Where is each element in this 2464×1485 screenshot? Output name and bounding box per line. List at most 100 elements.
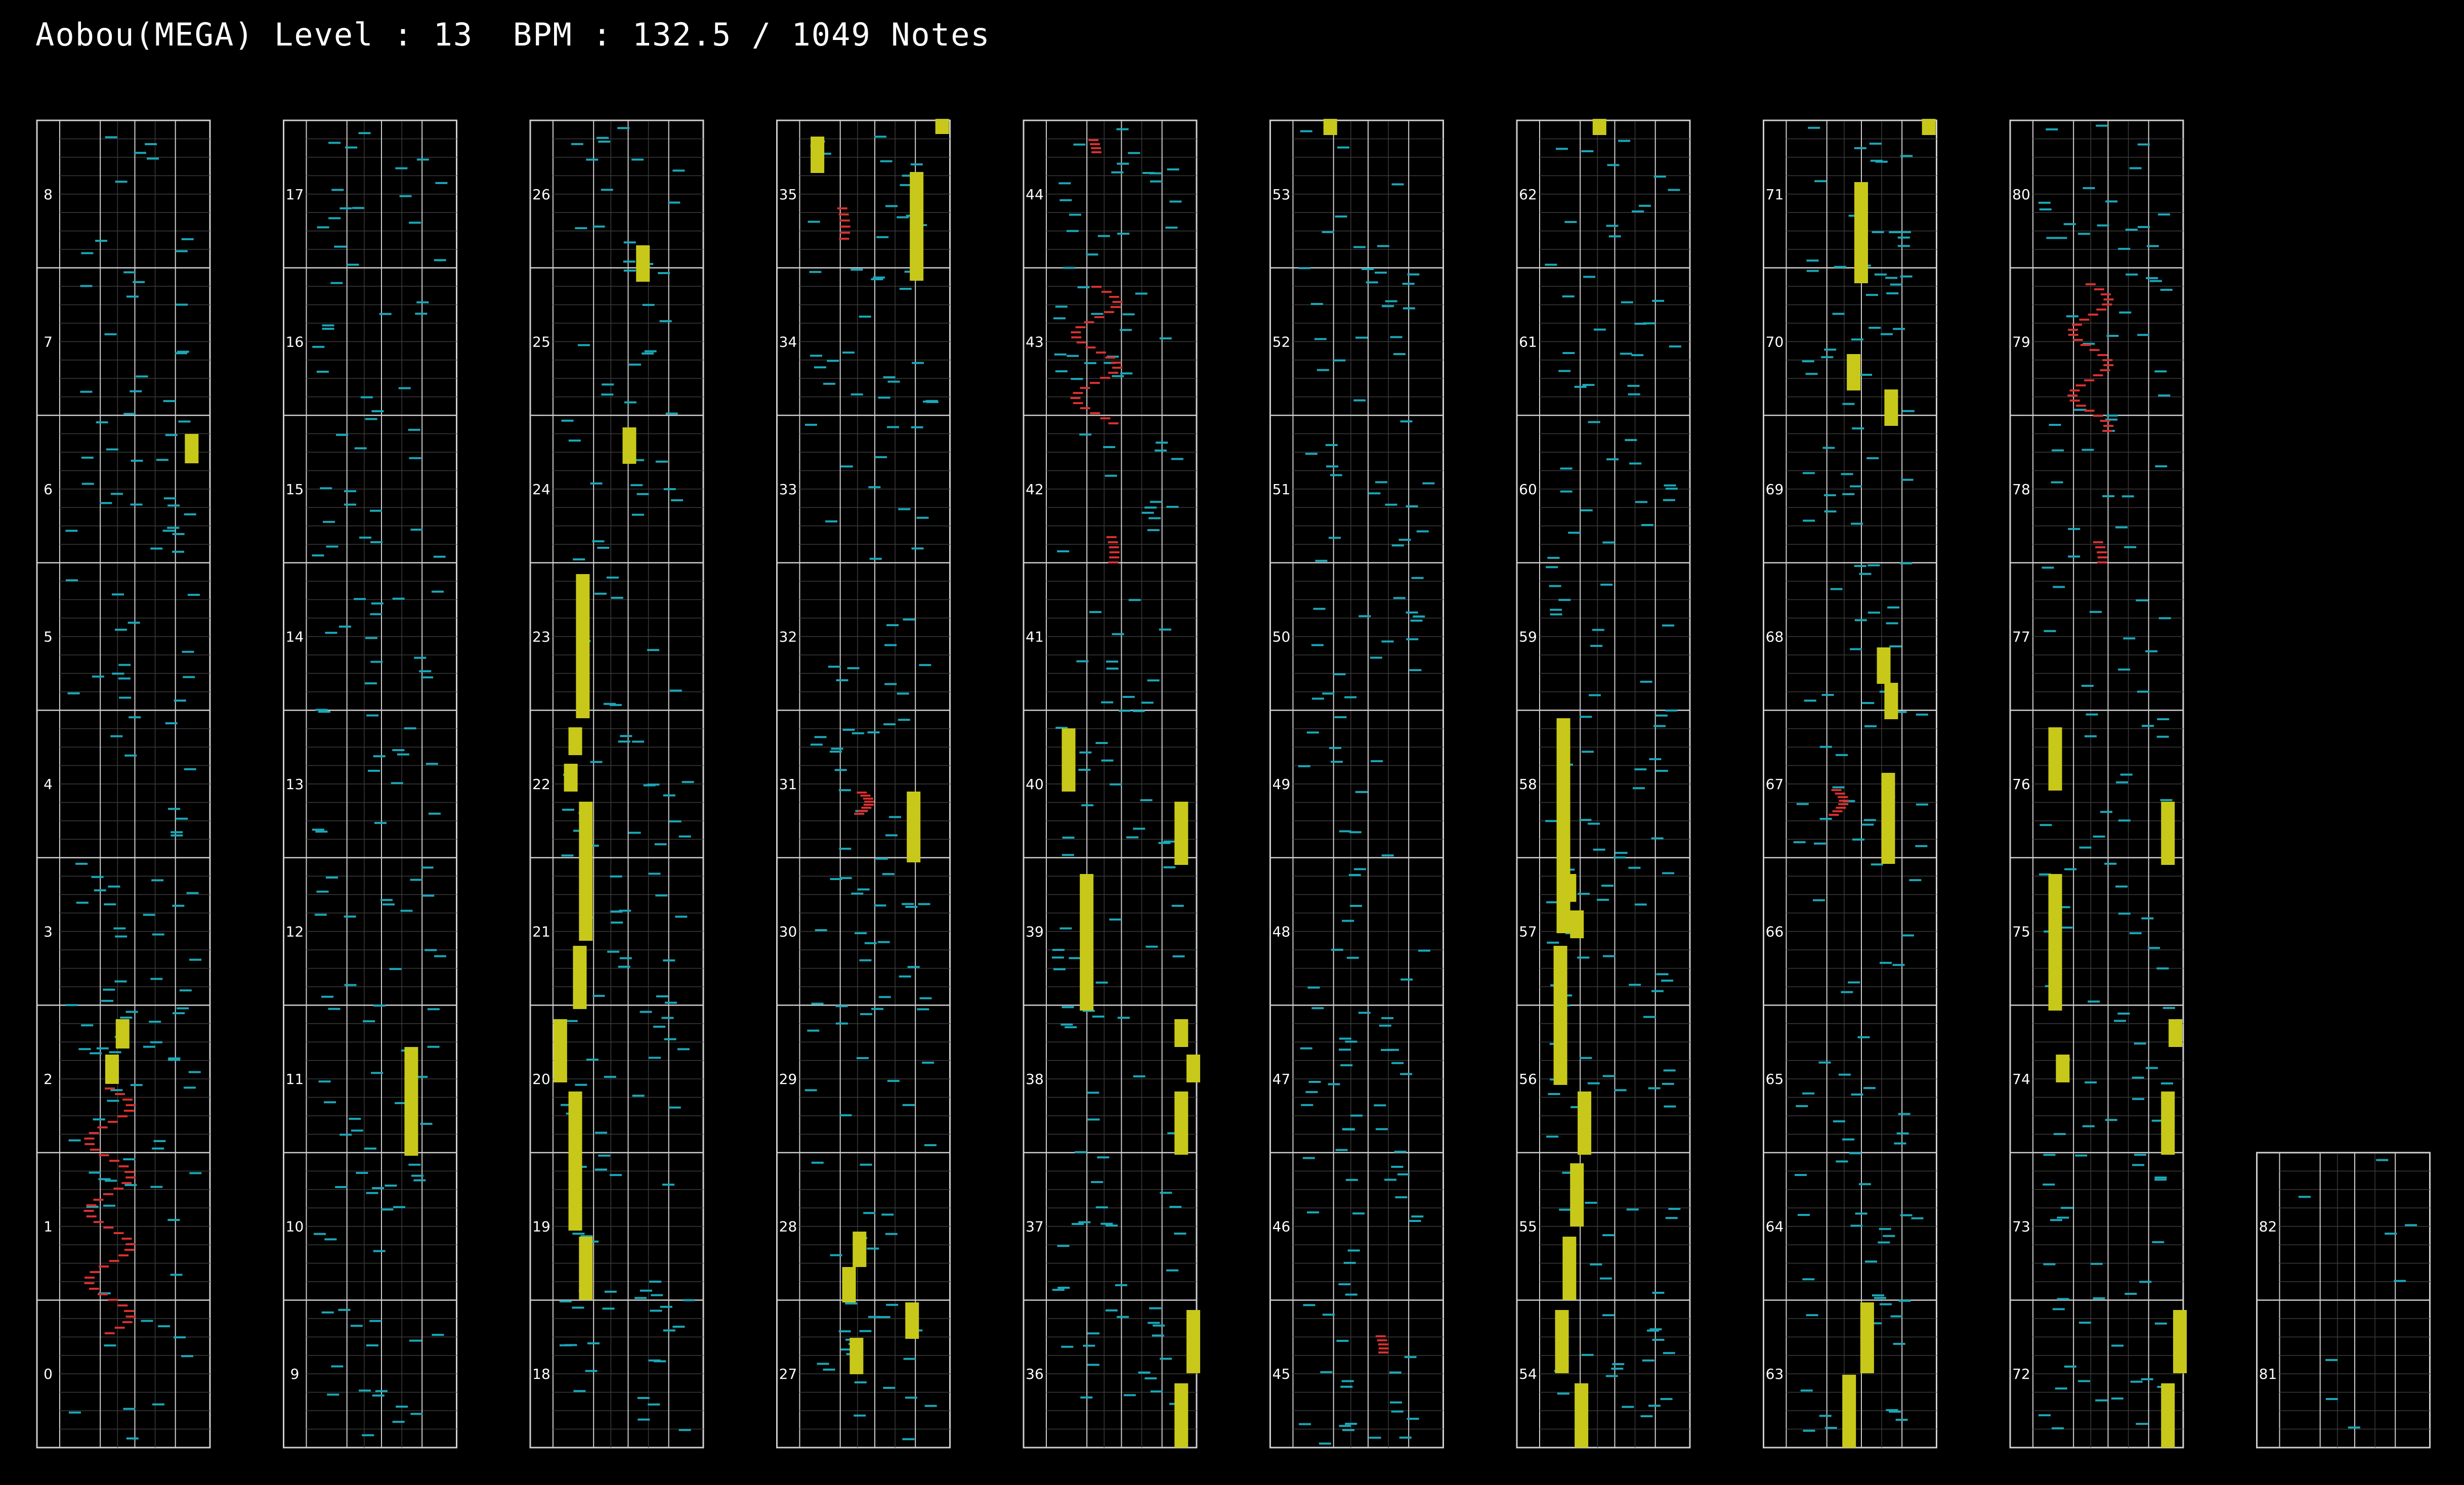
tap-note <box>187 594 200 596</box>
tap-note <box>1546 1135 1559 1138</box>
tap-note <box>2132 1076 2144 1079</box>
tap-note <box>1668 1208 1681 1210</box>
tap-note <box>315 709 328 711</box>
slide-note <box>103 1193 113 1195</box>
slide-note <box>99 1154 109 1156</box>
tap-note <box>1069 957 1081 959</box>
tap-note <box>2325 1397 2338 1400</box>
tap-note <box>409 1339 421 1342</box>
tap-note <box>1326 465 1339 468</box>
tap-note <box>619 957 632 959</box>
tap-note <box>370 541 383 543</box>
tap-note <box>149 1021 161 1023</box>
tap-note <box>1167 168 1179 170</box>
tap-note <box>1362 268 1374 271</box>
tap-note <box>1403 307 1415 310</box>
tap-note <box>1854 619 1867 622</box>
tap-note <box>1662 1082 1674 1085</box>
slide-note <box>1375 1335 1386 1337</box>
slide-note <box>2100 369 2110 371</box>
tap-note <box>1842 493 1855 495</box>
measure-number: 76 <box>2012 776 2030 793</box>
tap-note <box>1900 155 1913 157</box>
measure-number: 44 <box>1026 186 1044 203</box>
long-note <box>105 1055 119 1084</box>
slide-note <box>89 1288 99 1290</box>
slide-note <box>1075 326 1086 328</box>
tap-note <box>1857 1036 1870 1038</box>
measure-number: 19 <box>532 1218 550 1235</box>
tap-note <box>663 959 675 962</box>
tap-note <box>1159 628 1171 631</box>
tap-note <box>2053 1133 2066 1135</box>
tap-note <box>585 1370 598 1372</box>
tap-note <box>1413 615 1425 618</box>
tap-note <box>354 447 367 450</box>
measure-number: 60 <box>1519 481 1537 498</box>
tap-note <box>631 513 644 516</box>
measure-number: 32 <box>779 628 797 645</box>
tap-note <box>364 682 377 685</box>
slide-note <box>2096 309 2107 311</box>
tap-note <box>918 903 930 905</box>
tap-note <box>104 903 116 906</box>
tap-note <box>1597 898 1609 901</box>
tap-note <box>1057 550 1070 553</box>
slide-note <box>1377 1339 1387 1341</box>
tap-note <box>1335 1149 1348 1151</box>
tap-note <box>1550 613 1562 616</box>
tap-note <box>129 716 141 719</box>
tap-note <box>1612 1363 1625 1365</box>
tap-note <box>854 1414 866 1417</box>
tap-note <box>1377 245 1389 247</box>
tap-note <box>2102 495 2115 498</box>
tap-note <box>922 1062 934 1064</box>
tap-note <box>1894 1142 1906 1145</box>
tap-note <box>648 872 661 875</box>
tap-note <box>1635 501 1648 503</box>
tap-note <box>1568 532 1581 534</box>
long-note <box>1174 802 1188 865</box>
tap-note <box>413 1179 426 1182</box>
tap-note <box>1163 866 1176 868</box>
tap-note <box>76 901 89 904</box>
tap-note <box>1916 803 1928 806</box>
tap-note <box>2068 528 2080 530</box>
measure-number: 33 <box>779 481 797 498</box>
tap-note <box>603 703 616 705</box>
slide-note <box>1071 336 1082 338</box>
tap-note <box>823 382 836 385</box>
measure-number: 31 <box>779 776 797 793</box>
slide-note <box>1101 291 1112 293</box>
long-note <box>568 727 582 755</box>
tap-note <box>884 644 897 646</box>
tap-note <box>1850 648 1862 650</box>
tap-note <box>1812 899 1825 901</box>
slide-note <box>1108 541 1118 543</box>
measure-number: 9 <box>290 1366 300 1382</box>
tap-note <box>606 576 619 579</box>
tap-note <box>1410 620 1423 622</box>
tap-note <box>408 1163 421 1166</box>
tap-note <box>2064 1365 2076 1368</box>
tap-note <box>1071 378 1083 380</box>
tap-note <box>1077 286 1090 289</box>
tap-note <box>611 596 623 599</box>
slide-note <box>109 1160 120 1162</box>
tap-note <box>2136 599 2148 601</box>
tap-note <box>1381 1017 1394 1019</box>
slide-note <box>863 798 873 800</box>
tap-note <box>339 207 352 209</box>
tap-note <box>1092 1015 1104 1018</box>
long-note <box>579 802 593 941</box>
tap-note <box>1172 955 1185 957</box>
tap-note <box>899 288 912 290</box>
tap-note <box>2063 223 2076 226</box>
slide-note <box>1109 551 1120 553</box>
tap-note <box>1651 837 1664 840</box>
tap-note <box>1110 783 1122 785</box>
tap-note <box>919 664 931 666</box>
tap-note <box>389 968 402 970</box>
tap-note <box>1406 505 1418 508</box>
tap-note <box>594 592 607 595</box>
